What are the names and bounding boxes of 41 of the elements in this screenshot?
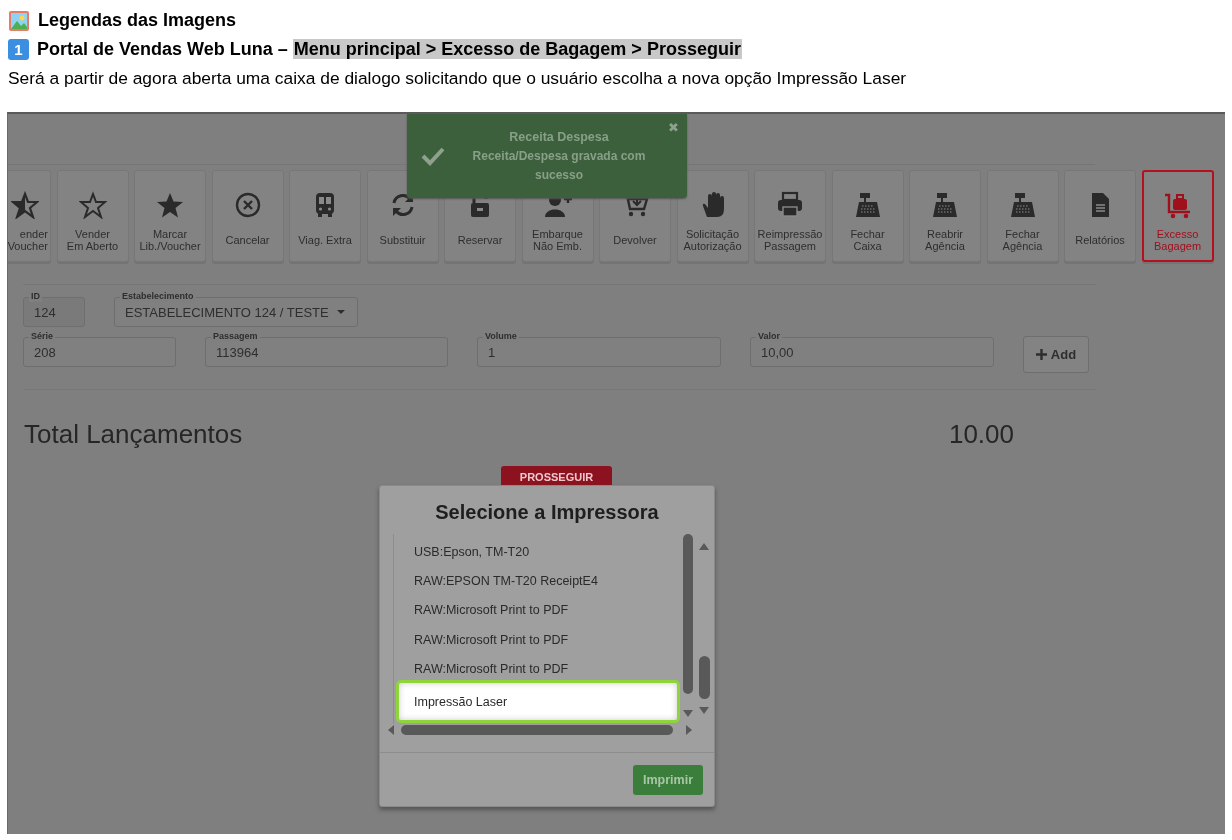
close-button[interactable]: ✖ <box>668 120 679 135</box>
toolbar-button[interactable]: Fechar Caixa <box>831 170 904 262</box>
toolbar-button[interactable]: Viag. Extra <box>289 170 361 262</box>
printer-option[interactable]: Impressão Laser <box>396 680 680 724</box>
toolbar-button[interactable]: Cancelar <box>211 170 284 262</box>
toolbar-button[interactable]: Fechar Agência <box>986 170 1059 262</box>
print-button[interactable]: Imprimir <box>633 764 703 795</box>
toolbar-button[interactable]: Vender Em Aberto <box>56 170 129 262</box>
toolbar-button[interactable]: Excesso Bagagem <box>1141 170 1214 262</box>
printer-icon <box>776 191 804 219</box>
printer-option[interactable]: RAW:EPSON TM-T20 ReceiptE4 <box>394 566 700 596</box>
toolbar-button[interactable]: Relatórios <box>1064 170 1136 262</box>
cash-register-icon <box>931 191 959 219</box>
cash-register-icon <box>853 191 882 219</box>
plus-icon <box>1035 349 1047 360</box>
toolbar-button[interactable]: Reabrir Agência <box>909 170 981 262</box>
luggage-cart-icon <box>1163 192 1192 220</box>
add-button[interactable]: Add <box>1023 336 1089 373</box>
total-label: Total Lançamentos <box>24 418 243 450</box>
description-text: Será a partir de agora aberta uma caixa de dialogo solicitando que o usuário escolha a nova opção Impressão Laser <box>8 66 908 90</box>
dialog-title: Selecione a Impressora <box>434 499 660 525</box>
step-title: Portal de Vendas Web Luna – Menu principal > Excesso de Bagagem > Prosseguir <box>37 39 742 60</box>
total-value: 10.00 <box>948 418 1014 450</box>
circle-x-icon <box>233 191 262 219</box>
printer-option[interactable]: RAW:Microsoft Print to PDF <box>394 595 700 625</box>
printer-option[interactable]: USB:Epson, TM-T20 <box>394 537 700 567</box>
toolbar-button[interactable]: Reimpressão Passagem <box>754 170 826 262</box>
toast-title: Receita Despesa <box>508 128 610 146</box>
toolbar-button[interactable]: Marcar Lib./Voucher <box>134 170 206 262</box>
step-number: 1 <box>8 39 29 60</box>
document-heading: Legendas das Imagens <box>38 10 237 31</box>
proceed-button[interactable]: PROSSEGUIR <box>501 466 612 488</box>
printer-option[interactable]: RAW:Microsoft Print to PDF <box>394 624 700 655</box>
checkmark-icon <box>421 146 445 166</box>
toolbar-button[interactable]: ender Voucher <box>8 170 51 262</box>
star-icon <box>156 191 184 219</box>
picture-icon <box>8 9 30 32</box>
half-star-icon <box>11 191 39 219</box>
star-outline-icon <box>78 191 107 219</box>
cash-register-icon <box>1008 191 1037 219</box>
toolbar-button[interactable]: Solicitação Autorização <box>676 170 749 262</box>
